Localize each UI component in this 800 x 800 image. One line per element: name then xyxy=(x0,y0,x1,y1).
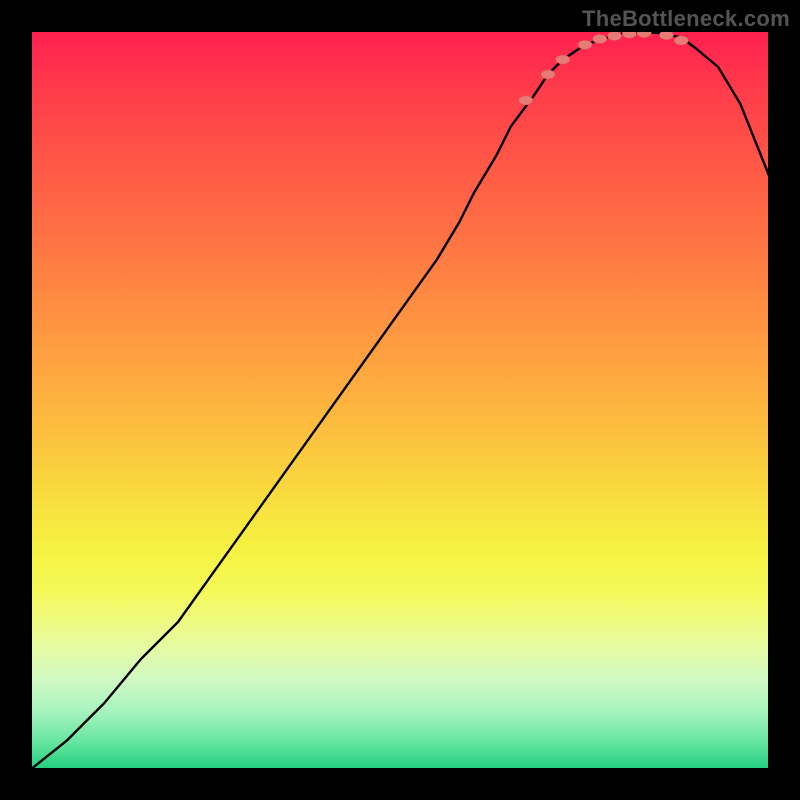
chart-container xyxy=(30,30,770,770)
optimal-marker xyxy=(674,36,688,45)
bottleneck-curve-line xyxy=(30,32,770,770)
optimal-marker xyxy=(608,31,622,40)
chart-svg xyxy=(30,30,770,770)
optimal-marker xyxy=(519,96,533,105)
optimal-marker xyxy=(556,55,570,64)
optimal-zone-markers xyxy=(519,30,688,105)
optimal-marker xyxy=(541,70,555,79)
optimal-marker xyxy=(578,40,592,49)
page-root: TheBottleneck.com xyxy=(0,0,800,800)
optimal-marker xyxy=(593,34,607,43)
watermark-text: TheBottleneck.com xyxy=(582,6,790,32)
optimal-marker xyxy=(659,31,673,40)
